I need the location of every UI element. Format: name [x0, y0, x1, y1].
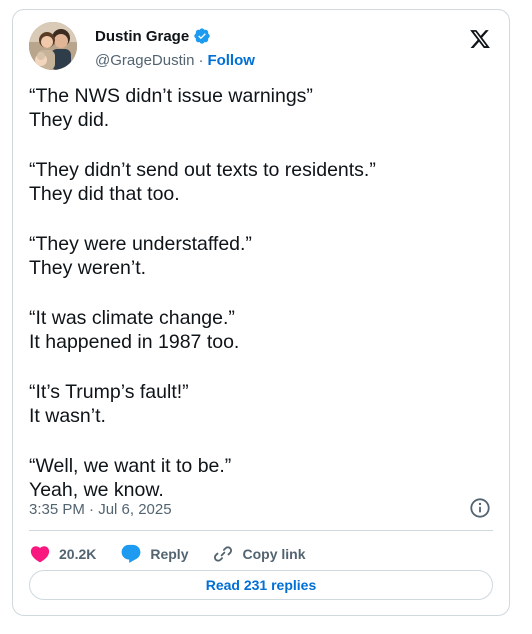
- follow-link[interactable]: Follow: [207, 52, 255, 69]
- read-replies-button[interactable]: Read 231 replies: [29, 570, 493, 600]
- tweet-text: “The NWS didn’t issue warnings” They did…: [29, 84, 493, 502]
- tweet-header: Dustin Grage @GrageDustin · Follow: [29, 22, 493, 74]
- action-bar: 20.2K Reply Copy link: [29, 539, 330, 569]
- separator: ·: [198, 51, 204, 69]
- timestamp[interactable]: 3:35 PM · Jul 6, 2025: [29, 501, 172, 518]
- tweet-line: “The NWS didn’t issue warnings”: [29, 85, 313, 107]
- tweet-line: “They didn’t send out texts to residents…: [29, 159, 376, 181]
- link-icon: [214, 546, 233, 562]
- copy-link-label: Copy link: [242, 546, 306, 562]
- tweet-card: Dustin Grage @GrageDustin · Follow “The …: [12, 9, 510, 616]
- name-row: Dustin Grage: [95, 26, 255, 46]
- tweet-meta: 3:35 PM · Jul 6, 2025: [29, 497, 493, 521]
- avatar[interactable]: [29, 22, 77, 70]
- speech-bubble-icon: [121, 544, 141, 563]
- tweet-line: They did.: [29, 109, 110, 131]
- verified-badge-icon: [194, 28, 210, 44]
- tweet-line: “It was climate change.”: [29, 307, 235, 329]
- tweet-line: It happened in 1987 too.: [29, 331, 240, 353]
- reply-label: Reply: [150, 546, 189, 562]
- x-logo-icon[interactable]: [469, 28, 491, 50]
- tweet-line: “Well, we want it to be.”: [29, 455, 232, 477]
- info-icon[interactable]: [469, 497, 491, 519]
- like-count: 20.2K: [59, 546, 97, 562]
- handle[interactable]: @GrageDustin: [95, 52, 194, 69]
- divider: [29, 530, 493, 531]
- copy-link-button[interactable]: Copy link: [212, 543, 306, 565]
- like-button[interactable]: 20.2K: [29, 543, 96, 565]
- tweet-line: It wasn’t.: [29, 405, 106, 427]
- heart-icon: [30, 546, 50, 563]
- handle-row: @GrageDustin · Follow: [95, 50, 255, 70]
- tweet-line: “It’s Trump’s fault!”: [29, 381, 189, 403]
- reply-button[interactable]: Reply: [120, 543, 188, 565]
- tweet-line: “They were understaffed.”: [29, 233, 252, 255]
- tweet-line: They weren’t.: [29, 257, 147, 279]
- tweet-line: They did that too.: [29, 183, 180, 205]
- display-name[interactable]: Dustin Grage: [95, 28, 189, 45]
- author-info: Dustin Grage @GrageDustin · Follow: [95, 26, 255, 70]
- avatar-photo: [29, 22, 77, 70]
